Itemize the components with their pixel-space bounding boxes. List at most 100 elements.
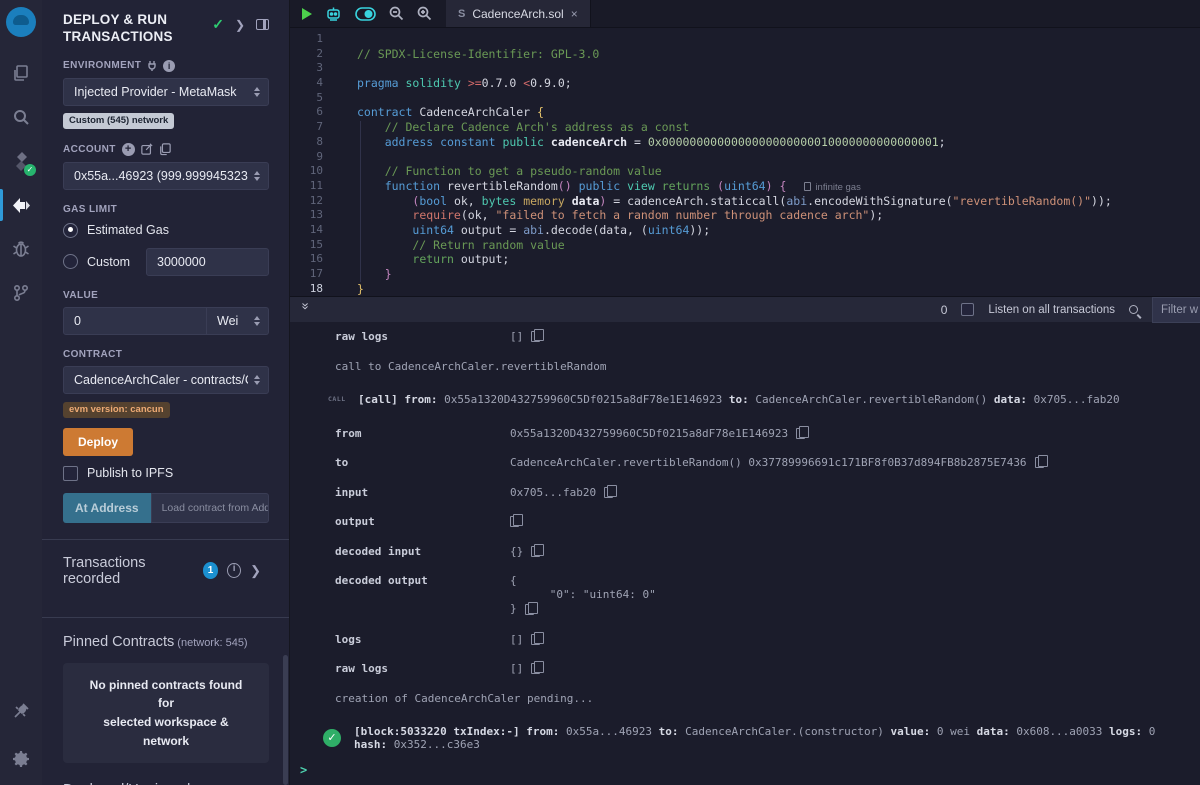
ai-assistant-icon[interactable]: [325, 6, 342, 22]
editor-line[interactable]: 16 return output;: [290, 252, 1200, 267]
tx-count-badge: 1: [203, 562, 218, 579]
environment-select[interactable]: Injected Provider - MetaMask: [63, 78, 269, 106]
editor-line[interactable]: 17 }: [290, 267, 1200, 282]
terminal-search-icon[interactable]: [1129, 305, 1138, 314]
tab-cadencearch-sol[interactable]: S CadenceArch.sol ×: [446, 0, 591, 27]
terminal-output[interactable]: raw logs[]call to CadenceArchCaler.rever…: [290, 322, 1200, 785]
line-number: 5: [290, 91, 336, 106]
transactions-recorded-row[interactable]: Transactions recorded 1 i ❯: [63, 540, 269, 601]
pin-panel-icon[interactable]: [256, 19, 269, 30]
contract-label: CONTRACT: [63, 349, 269, 360]
editor-line[interactable]: 6contract CadenceArchCaler {: [290, 105, 1200, 120]
editor-line[interactable]: 5: [290, 91, 1200, 106]
ipfs-checkbox[interactable]: [63, 466, 78, 481]
terminal-row: call to CadenceArchCaler.revertibleRando…: [335, 360, 1190, 373]
line-number: 7: [290, 120, 336, 135]
solidity-compiler-icon[interactable]: ✓: [0, 139, 42, 183]
deploy-run-panel: DEPLOY & RUN TRANSACTIONS ✓ ❯ ENVIRONMEN…: [42, 0, 290, 785]
line-number: 18: [290, 282, 336, 296]
code-text: [336, 61, 357, 76]
line-number: 9: [290, 150, 336, 165]
at-address-button[interactable]: At Address: [63, 493, 151, 523]
radio-selected-icon[interactable]: [63, 223, 78, 238]
publish-ipfs-option[interactable]: Publish to IPFS: [63, 466, 269, 481]
ai-toggle-icon[interactable]: [355, 7, 376, 21]
estimated-gas-option[interactable]: Estimated Gas: [63, 223, 269, 238]
code-text: // Declare Cadence Arch's address as a c…: [336, 120, 689, 135]
tx-expand-icon[interactable]: ❯: [250, 563, 261, 579]
terminal-row: creation of CadenceArchCaler pending...: [335, 692, 1190, 705]
filter-input[interactable]: Filter w: [1152, 297, 1200, 323]
editor-line[interactable]: 15 // Return random value: [290, 238, 1200, 253]
editor-line[interactable]: 4pragma solidity >=0.7.0 <0.9.0;: [290, 76, 1200, 91]
remix-logo[interactable]: [6, 7, 36, 37]
panel-expand-icon[interactable]: ❯: [235, 18, 245, 32]
copy-icon[interactable]: [531, 546, 540, 557]
collapse-terminal-icon[interactable]: »: [299, 303, 314, 317]
line-number: 2: [290, 47, 336, 62]
terminal-row: from0x55a1320D432759960C5Df0215a8dF78e1E…: [335, 427, 1190, 440]
contract-select[interactable]: CadenceArchCaler - contracts/Cac: [63, 366, 269, 394]
tx-info-icon[interactable]: i: [227, 563, 241, 578]
line-number: 10: [290, 164, 336, 179]
editor-line[interactable]: 12 (bool ok, bytes memory data) = cadenc…: [290, 194, 1200, 209]
editor-line[interactable]: 10 // Function to get a pseudo-random va…: [290, 164, 1200, 179]
code-editor[interactable]: 12// SPDX-License-Identifier: GPL-3.034p…: [290, 28, 1200, 296]
value-unit-select[interactable]: Wei: [207, 307, 269, 335]
chevron-updown-icon: [254, 375, 260, 385]
line-number: 15: [290, 238, 336, 253]
editor-line[interactable]: 14 uint64 output = abi.decode(data, (uin…: [290, 223, 1200, 238]
custom-gas-radio[interactable]: [63, 254, 78, 269]
add-account-icon[interactable]: +: [122, 143, 135, 156]
panel-scrollbar[interactable]: [283, 655, 288, 785]
editor-line[interactable]: 3: [290, 61, 1200, 76]
success-check-icon: ✓: [323, 729, 341, 747]
copy-icon[interactable]: [525, 604, 534, 615]
file-explorer-icon[interactable]: [0, 51, 42, 95]
terminal-row: decoded output{ "0": "uint64: 0"}: [335, 574, 1190, 616]
editor-line[interactable]: 7 // Declare Cadence Arch's address as a…: [290, 120, 1200, 135]
zoom-out-icon[interactable]: [389, 6, 404, 21]
deploy-run-icon[interactable]: [0, 183, 42, 227]
copy-icon[interactable]: [531, 331, 540, 342]
account-select[interactable]: 0x55a...46923 (999.9999453238: [63, 162, 269, 190]
editor-line[interactable]: 1: [290, 32, 1200, 47]
copy-icon[interactable]: [796, 428, 805, 439]
settings-gear-icon[interactable]: [0, 733, 42, 785]
zoom-in-icon[interactable]: [417, 6, 432, 21]
line-number: 3: [290, 61, 336, 76]
run-script-icon[interactable]: [302, 8, 312, 20]
editor-line[interactable]: 9: [290, 150, 1200, 165]
custom-gas-input[interactable]: 3000000: [146, 248, 269, 276]
search-icon[interactable]: [0, 95, 42, 139]
plugin-manager-icon[interactable]: [0, 689, 42, 733]
copy-account-icon[interactable]: [159, 143, 171, 155]
at-address-input[interactable]: Load contract from Addres: [151, 493, 269, 523]
plug-icon[interactable]: [147, 60, 157, 71]
git-icon[interactable]: [0, 271, 42, 315]
evm-version-badge: evm version: cancun: [63, 402, 170, 418]
value-input[interactable]: 0: [63, 307, 207, 335]
editor-line[interactable]: 11 function revertibleRandom() public vi…: [290, 179, 1200, 194]
copy-icon[interactable]: [531, 663, 540, 674]
listen-checkbox[interactable]: [961, 303, 974, 316]
debugger-icon[interactable]: [0, 227, 42, 271]
copy-icon[interactable]: [531, 634, 540, 645]
editor-line[interactable]: 18}: [290, 282, 1200, 296]
code-text: function revertibleRandom() public view …: [336, 179, 861, 194]
line-number: 4: [290, 76, 336, 91]
editor-line[interactable]: 13 require(ok, "failed to fetch a random…: [290, 208, 1200, 223]
copy-icon[interactable]: [1035, 457, 1044, 468]
copy-icon[interactable]: [604, 487, 613, 498]
code-text: [336, 32, 357, 47]
sign-message-icon[interactable]: [141, 143, 153, 155]
environment-info-icon[interactable]: i: [163, 60, 175, 72]
deploy-button[interactable]: Deploy: [63, 428, 133, 456]
close-tab-icon[interactable]: ×: [571, 7, 578, 21]
copy-icon[interactable]: [510, 516, 519, 527]
editor-line[interactable]: 8 address constant public cadenceArch = …: [290, 135, 1200, 150]
chevron-updown-icon: [254, 87, 260, 97]
terminal-prompt[interactable]: >: [300, 763, 307, 777]
editor-line[interactable]: 2// SPDX-License-Identifier: GPL-3.0: [290, 47, 1200, 62]
solidity-file-icon: S: [458, 8, 465, 20]
